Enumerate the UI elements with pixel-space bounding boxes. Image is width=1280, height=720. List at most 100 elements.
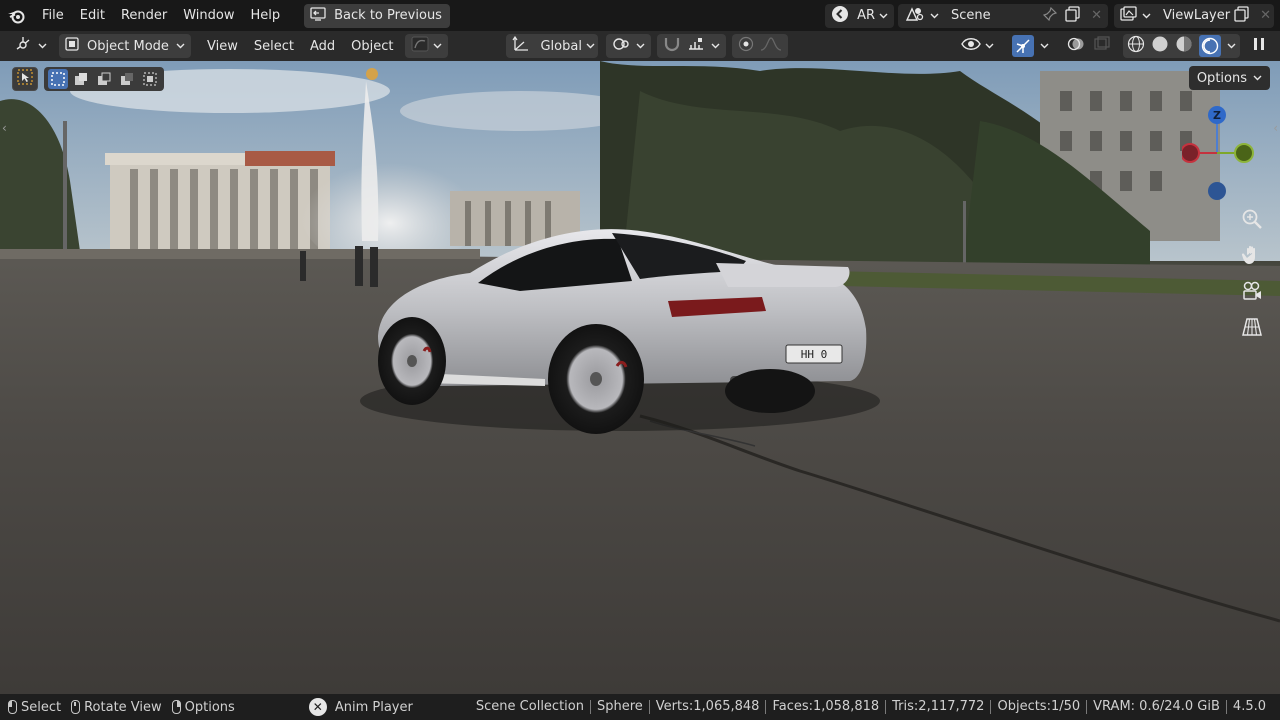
object-mode-icon xyxy=(65,37,79,55)
pin-icon[interactable] xyxy=(1039,6,1061,25)
new-view-layer-icon[interactable] xyxy=(1230,5,1254,26)
snapping-group[interactable] xyxy=(657,34,727,58)
cursor-select-icon xyxy=(17,69,33,89)
wireframe-shading-icon[interactable] xyxy=(1127,35,1145,57)
select-subtract-icon[interactable] xyxy=(94,69,114,89)
perspective-grid-icon[interactable] xyxy=(1238,312,1266,342)
stat-verts: Verts:1,065,848 xyxy=(650,700,767,714)
visibility-selector[interactable] xyxy=(955,34,1000,58)
pan-hand-icon[interactable] xyxy=(1238,240,1266,270)
menu-select[interactable]: Select xyxy=(246,34,302,58)
blender-logo-icon[interactable] xyxy=(0,0,34,31)
xray-icon[interactable] xyxy=(1093,36,1111,56)
hint-rotate-label: Rotate View xyxy=(84,699,162,715)
view-layer-name-field[interactable]: ViewLayer xyxy=(1157,8,1230,23)
scene-statistics: Scene Collection Sphere Verts:1,065,848 … xyxy=(470,694,1266,720)
options-dropdown[interactable]: Options xyxy=(1188,66,1270,90)
hint-rotate-view: Rotate View xyxy=(71,700,162,715)
menu-file[interactable]: File xyxy=(34,4,72,28)
stat-vram: VRAM: 0.6/24.0 GiB xyxy=(1087,700,1227,714)
menu-help[interactable]: Help xyxy=(243,4,289,28)
stat-faces: Faces:1,058,818 xyxy=(766,700,887,714)
gizmo-x-axis[interactable] xyxy=(1182,143,1200,163)
zoom-icon[interactable] xyxy=(1238,204,1266,234)
chevron-down-icon[interactable] xyxy=(1227,42,1236,51)
render-layers-icon xyxy=(1120,5,1138,26)
menu-window[interactable]: Window xyxy=(175,4,242,28)
navigation-gizmo[interactable]: Z xyxy=(1182,103,1254,203)
snap-increment-icon[interactable] xyxy=(687,36,705,56)
material-preview-icon[interactable] xyxy=(1175,35,1193,57)
gizmo-toggle-group[interactable] xyxy=(1006,34,1055,58)
select-new-icon[interactable] xyxy=(48,69,68,89)
workspace-selector[interactable]: AR xyxy=(825,3,894,28)
menu-render[interactable]: Render xyxy=(113,4,175,28)
back-screen-icon xyxy=(310,6,326,25)
new-scene-icon[interactable] xyxy=(1061,5,1085,26)
mouse-right-icon xyxy=(171,700,181,714)
back-to-previous-label: Back to Previous xyxy=(334,8,442,23)
license-plate-text: HH 0 xyxy=(801,348,828,361)
mode-label: Object Mode xyxy=(87,38,169,54)
hint-select-label: Select xyxy=(21,699,62,715)
delete-scene-icon[interactable]: ✕ xyxy=(1085,8,1108,23)
transform-orientation-selector[interactable]: Global xyxy=(506,34,599,58)
select-invert-icon[interactable] xyxy=(117,69,137,89)
select-tool-button[interactable] xyxy=(12,67,38,91)
editor-type-button[interactable] xyxy=(10,34,53,58)
pause-icon xyxy=(1252,36,1266,56)
pivot-link-icon xyxy=(612,36,632,56)
delete-view-layer-icon[interactable]: ✕ xyxy=(1254,8,1277,23)
scene-icon xyxy=(904,6,926,26)
workspace-name[interactable]: AR xyxy=(855,4,894,28)
overlays-icon[interactable] xyxy=(1067,36,1085,56)
chevron-left-circle-icon xyxy=(831,5,849,27)
gizmo-y-axis[interactable] xyxy=(1234,143,1254,163)
gizmo-toggle-icon[interactable] xyxy=(1012,35,1034,57)
mode-selector[interactable]: Object Mode xyxy=(59,34,191,58)
select-extend-icon[interactable] xyxy=(71,69,91,89)
scene-browse-button[interactable] xyxy=(898,4,945,28)
tool-header xyxy=(12,65,164,93)
pause-render-button[interactable] xyxy=(1246,34,1272,58)
gizmo-neg-z-axis[interactable] xyxy=(1208,182,1226,200)
status-bar: Select Rotate View Options ✕ Anim Player… xyxy=(0,694,1280,720)
anim-player-job[interactable]: ✕ Anim Player xyxy=(308,698,413,716)
back-to-previous-button[interactable]: Back to Previous xyxy=(304,3,450,28)
rendered-shading-icon[interactable] xyxy=(1199,35,1221,57)
rendered-scene: HH 0 xyxy=(0,61,1280,694)
menu-view[interactable]: View xyxy=(199,34,246,58)
selection-mode-group[interactable] xyxy=(44,67,164,91)
sidebar-expand-icon[interactable]: ‹ xyxy=(1273,121,1278,135)
workspace-name-label: AR xyxy=(857,8,875,23)
stat-active-object: Sphere xyxy=(591,700,650,714)
chevron-down-icon xyxy=(711,42,720,51)
cancel-job-icon[interactable]: ✕ xyxy=(308,698,327,716)
proportional-editing-group[interactable] xyxy=(732,34,789,58)
pivot-point-selector[interactable] xyxy=(606,34,652,58)
options-label: Options xyxy=(1196,70,1247,86)
scene-name-field[interactable]: Scene xyxy=(945,8,1039,23)
menu-add[interactable]: Add xyxy=(302,34,343,58)
falloff-curve-icon[interactable] xyxy=(760,36,782,56)
select-intersect-icon[interactable] xyxy=(140,69,160,89)
menu-edit[interactable]: Edit xyxy=(72,4,113,28)
toolbar-expand-icon[interactable]: ‹ xyxy=(2,121,7,135)
overlays-group[interactable] xyxy=(1061,34,1117,58)
snap-magnet-icon[interactable] xyxy=(663,36,681,56)
view-layer-selector[interactable]: ViewLayer ✕ xyxy=(1114,3,1277,28)
menu-object[interactable]: Object xyxy=(343,34,401,58)
object-type-visibility-button[interactable] xyxy=(405,34,449,58)
view-layer-browse-button[interactable] xyxy=(1114,4,1157,28)
navigation-controls xyxy=(1238,204,1266,342)
scene-selector[interactable]: Scene ✕ xyxy=(898,3,1108,28)
camera-view-icon[interactable] xyxy=(1238,276,1266,306)
3d-viewport[interactable]: HH 0 ‹ ‹ Options Z xyxy=(0,61,1280,694)
solid-shading-icon[interactable] xyxy=(1151,35,1169,57)
hint-options-label: Options xyxy=(184,699,235,715)
orientation-axes-icon xyxy=(512,35,530,56)
proportional-editing-icon[interactable] xyxy=(738,36,754,56)
shading-mode-group[interactable] xyxy=(1123,34,1240,58)
workspace-prev-button[interactable] xyxy=(825,4,855,28)
stat-version: 4.5.0 xyxy=(1232,699,1266,714)
